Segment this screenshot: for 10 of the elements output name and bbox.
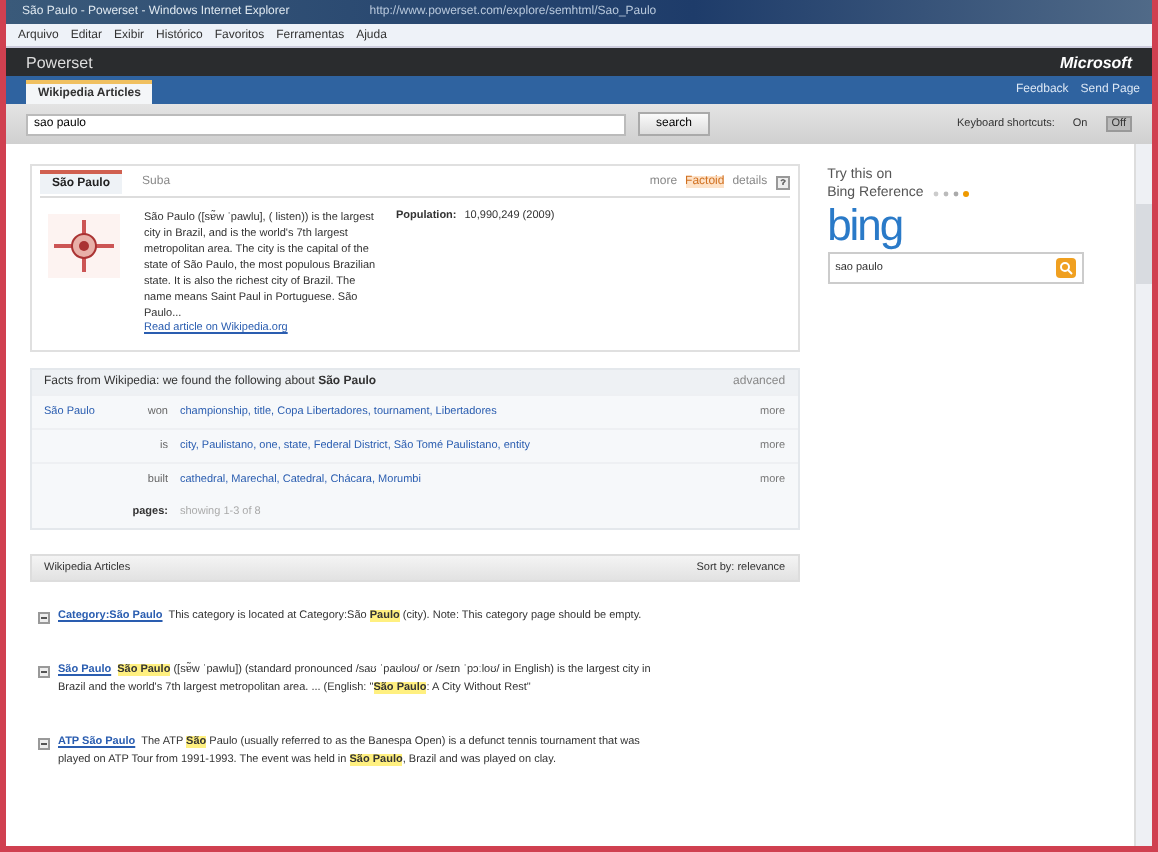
expand-icon[interactable] <box>38 738 50 750</box>
expand-icon[interactable] <box>38 612 50 624</box>
expand-icon[interactable] <box>38 666 50 678</box>
bing-logo: bing <box>827 204 905 248</box>
help-icon[interactable] <box>775 175 790 189</box>
brand-logo: Microsoft <box>1060 53 1132 71</box>
logo[interactable]: Powerset <box>26 53 93 71</box>
city-emblem-icon <box>48 214 120 278</box>
scrollbar[interactable] <box>1134 144 1152 846</box>
dots-icon <box>931 189 972 197</box>
